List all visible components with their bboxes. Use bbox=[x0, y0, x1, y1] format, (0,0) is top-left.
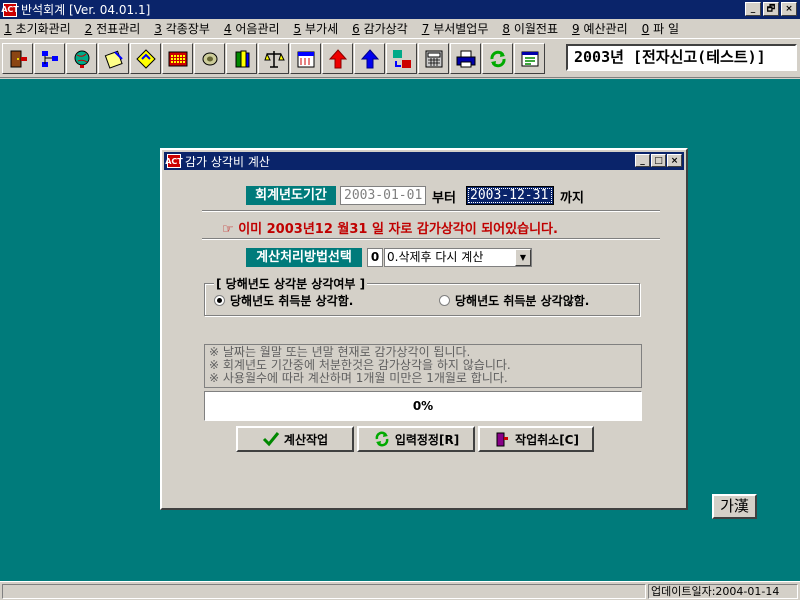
restore-button[interactable]: 🗗 bbox=[763, 2, 779, 16]
depreciation-dialog: ACT 감가 상각비 계산 _ □ × 회계년도기간 2003-01-01 부터… bbox=[160, 148, 688, 510]
radio-depreciate-yes[interactable]: 당해년도 취득분 상각함. bbox=[214, 292, 353, 309]
minimize-button[interactable]: _ bbox=[745, 2, 761, 16]
menu-item-vat[interactable]: 5 부가세 bbox=[294, 20, 339, 37]
radio-depreciate-no[interactable]: 당해년도 취득분 상각않함. bbox=[439, 292, 589, 309]
exit-door-icon[interactable] bbox=[2, 43, 33, 74]
radio-yes-label: 당해년도 취득분 상각함. bbox=[230, 294, 354, 308]
method-select-value: 0.삭제후 다시 계산 bbox=[387, 250, 484, 264]
from-label: 부터 bbox=[432, 191, 456, 206]
depreciation-notice: ☞ 이미 2003년12 월31 일 자로 감가상각이 되어있습니다. bbox=[222, 218, 558, 237]
method-label: 계산처리방법선택 bbox=[246, 248, 362, 267]
radio-selected-icon bbox=[214, 295, 225, 306]
separator bbox=[202, 238, 660, 240]
method-code-input[interactable]: 0 bbox=[367, 248, 383, 267]
calculate-button[interactable]: 계산작업 bbox=[236, 426, 354, 452]
app-logo-icon: ACT bbox=[1, 2, 19, 17]
dialog-maximize-button[interactable]: □ bbox=[651, 154, 666, 167]
checkmark-icon bbox=[262, 432, 280, 447]
status-bar: 업데이트일자:2004-01-14 bbox=[0, 581, 800, 600]
menu-item-file[interactable]: 0 파 일 bbox=[642, 20, 679, 37]
group-title: [ 당해년도 상각분 상각여부 ] bbox=[214, 275, 368, 292]
tree-icon[interactable] bbox=[34, 43, 65, 74]
menu-item-carryover[interactable]: 8 이월전표 bbox=[502, 20, 558, 37]
chevron-down-icon[interactable]: ▼ bbox=[515, 249, 531, 266]
arrow-up-blue-icon[interactable] bbox=[354, 43, 385, 74]
radio-unselected-icon bbox=[439, 295, 450, 306]
menu-item-depreciation[interactable]: 6 감가상각 bbox=[352, 20, 408, 37]
progress-bar: 0% bbox=[204, 391, 642, 421]
menu-bar: 1 초기화관리 2 전표관리 3 각종장부 4 어음관리 5 부가세 6 감가상… bbox=[0, 19, 800, 38]
dialog-minimize-button[interactable]: _ bbox=[635, 154, 650, 167]
calculator-icon[interactable] bbox=[418, 43, 449, 74]
exchange-icon[interactable] bbox=[386, 43, 417, 74]
progress-text: 0% bbox=[412, 399, 434, 413]
fiscal-period-display: 2003년 [전자신고(테스트)] bbox=[566, 44, 797, 71]
info-line: ※ 사용월수에 따라 계산하며 1개월 미만은 1개월로 합니다. bbox=[209, 371, 508, 385]
reset-input-button[interactable]: 입력정정[R] bbox=[357, 426, 475, 452]
refresh-icon bbox=[375, 431, 389, 447]
status-message-panel bbox=[2, 584, 646, 599]
printer-icon[interactable] bbox=[450, 43, 481, 74]
dialog-app-icon: ACT bbox=[165, 154, 183, 168]
books-icon[interactable] bbox=[226, 43, 257, 74]
close-button[interactable]: × bbox=[781, 2, 797, 16]
abacus-icon[interactable] bbox=[162, 43, 193, 74]
to-label: 까지 bbox=[560, 191, 584, 206]
fiscal-period-label: 회계년도기간 bbox=[246, 186, 336, 205]
diamond-icon[interactable] bbox=[130, 43, 161, 74]
arrow-up-red-icon[interactable] bbox=[322, 43, 353, 74]
start-date-input[interactable]: 2003-01-01 bbox=[340, 186, 426, 205]
end-date-input[interactable]: 2003-12-31 bbox=[466, 186, 554, 205]
menu-item-department[interactable]: 7 부서별업무 bbox=[422, 20, 489, 37]
radio-no-label: 당해년도 취득분 상각않함. bbox=[455, 294, 590, 308]
notice-text: 이미 2003년12 월31 일 자로 감가상각이 되어있습니다. bbox=[238, 222, 558, 237]
info-notes: ※ 날짜는 월말 또는 년말 현재로 감가상각이 됩니다. ※ 회계년도 기간중… bbox=[204, 344, 642, 388]
menu-item-notes[interactable]: 4 어음관리 bbox=[224, 20, 280, 37]
menu-item-init[interactable]: 1 초기화관리 bbox=[4, 20, 71, 37]
cancel-door-icon bbox=[496, 432, 509, 447]
scale-icon[interactable] bbox=[258, 43, 289, 74]
cancel-job-button[interactable]: 작업취소[C] bbox=[478, 426, 594, 452]
refresh-icon[interactable] bbox=[482, 43, 513, 74]
dialog-titlebar: ACT 감가 상각비 계산 _ □ × bbox=[164, 152, 684, 170]
separator bbox=[202, 210, 660, 212]
dialog-close-button[interactable]: × bbox=[667, 154, 682, 167]
calendar-icon[interactable] bbox=[290, 43, 321, 74]
coin-icon[interactable] bbox=[194, 43, 225, 74]
dialog-title: 감가 상각비 계산 bbox=[185, 154, 270, 169]
window-title: 반석회계 [Ver. 04.01.1] bbox=[21, 3, 151, 17]
pointing-hand-icon: ☞ bbox=[222, 222, 234, 237]
update-date-status: 업데이트일자:2004-01-14 bbox=[648, 584, 798, 599]
menu-item-voucher[interactable]: 2 전표관리 bbox=[85, 20, 141, 37]
window-titlebar: ACT 반석회계 [Ver. 04.01.1] _ 🗗 × bbox=[0, 0, 800, 19]
ime-toggle-button[interactable]: 가漢 bbox=[712, 494, 757, 519]
menu-item-budget[interactable]: 9 예산관리 bbox=[572, 20, 628, 37]
globe-icon[interactable] bbox=[66, 43, 97, 74]
settings-icon[interactable] bbox=[514, 43, 545, 74]
notepad-icon[interactable] bbox=[98, 43, 129, 74]
menu-item-ledgers[interactable]: 3 각종장부 bbox=[154, 20, 210, 37]
method-select[interactable]: 0.삭제후 다시 계산 ▼ bbox=[384, 248, 532, 267]
